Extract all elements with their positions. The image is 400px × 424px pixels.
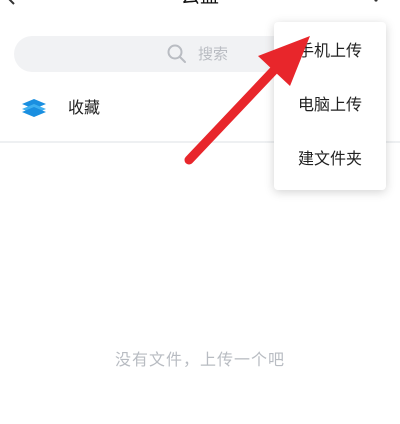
page-title: 云盘 — [0, 0, 400, 8]
menu-item-phone-upload[interactable]: 手机上传 — [274, 24, 386, 78]
menu-item-new-folder[interactable]: 建文件夹 — [274, 132, 386, 186]
menu-item-computer-upload[interactable]: 电脑上传 — [274, 78, 386, 132]
empty-state-text: 没有文件，上传一个吧 — [114, 350, 285, 369]
upload-menu: 手机上传 电脑上传 建文件夹 — [274, 22, 386, 190]
more-vertical-icon[interactable] — [372, 0, 380, 4]
search-placeholder: 搜索 — [198, 45, 229, 63]
folder-stack-icon — [22, 99, 46, 117]
favorites-label: 收藏 — [68, 98, 101, 117]
nav-bar: 云盘 — [0, 0, 400, 24]
search-icon — [167, 44, 186, 63]
